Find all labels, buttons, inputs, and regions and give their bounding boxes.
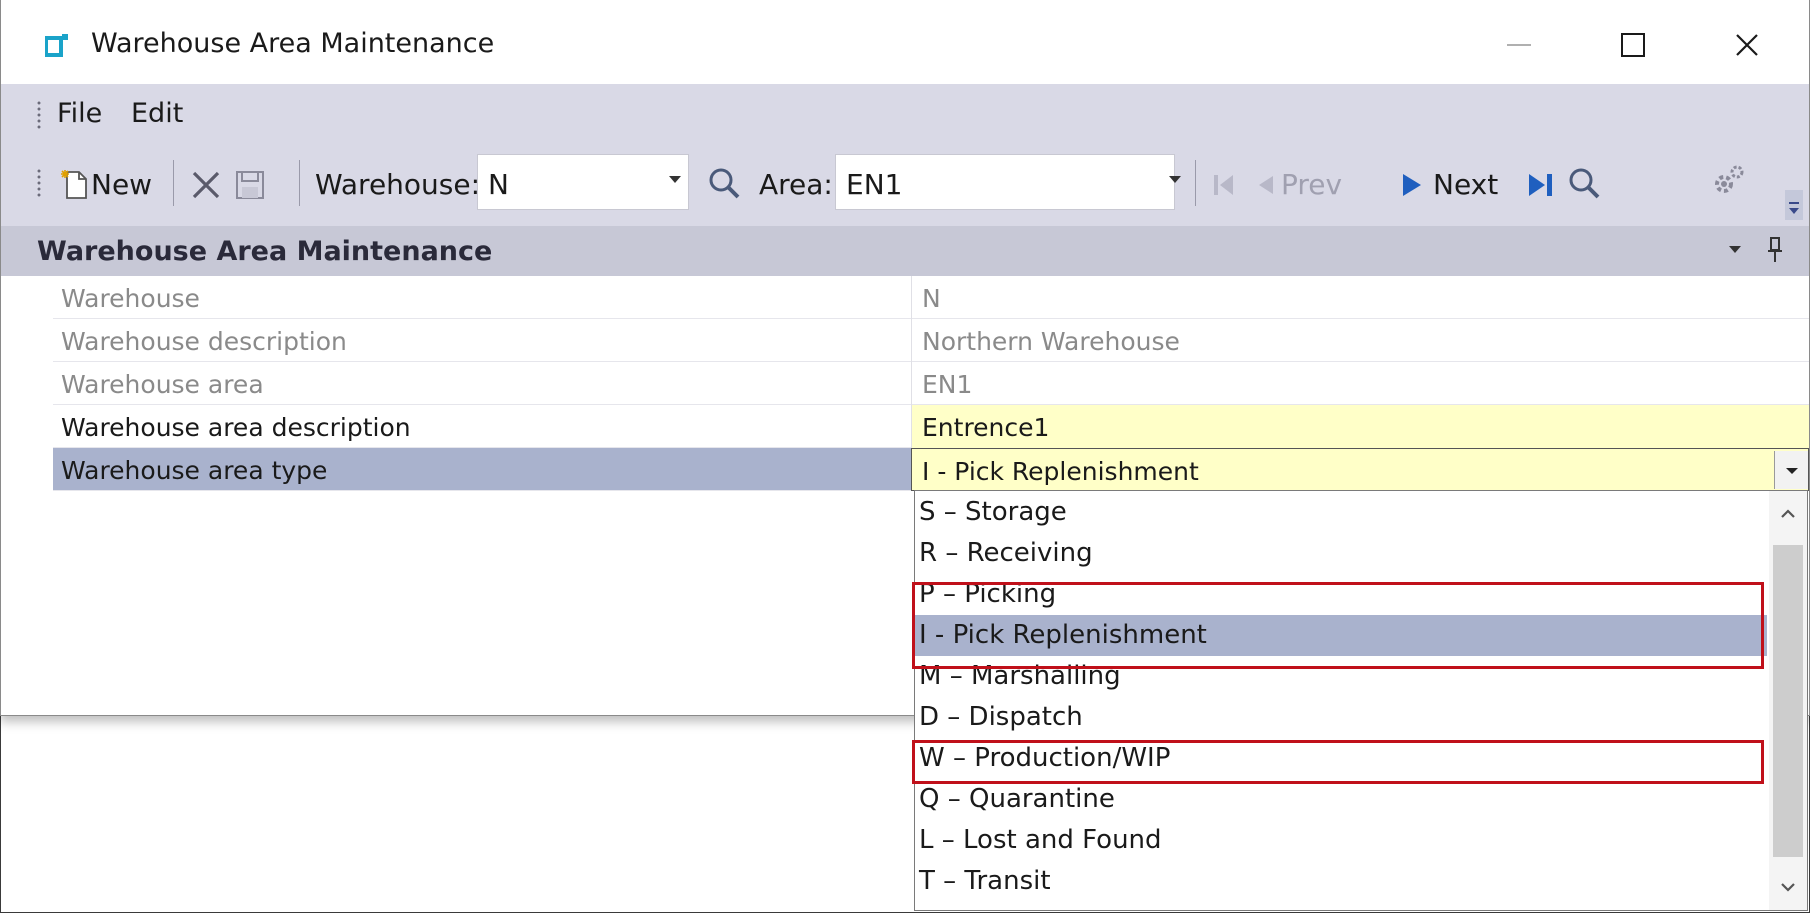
new-document-icon: [61, 170, 87, 199]
window-title: Warehouse Area Maintenance: [91, 28, 495, 59]
field-value: N: [922, 284, 941, 313]
list-item[interactable]: S – Storage: [915, 492, 1767, 533]
scroll-up-button[interactable]: [1769, 491, 1807, 535]
highlight-box-picking: [912, 582, 1764, 669]
close-icon: [1736, 34, 1758, 56]
field-value: Entrence1: [922, 413, 1050, 442]
toolbar-separator: [173, 160, 174, 206]
field-value: Northern Warehouse: [922, 327, 1180, 356]
warehouse-combo-value: N: [488, 168, 509, 201]
highlight-box-production: [912, 740, 1764, 784]
new-button[interactable]: New: [91, 168, 152, 201]
option-label: L – Lost and Found: [919, 825, 1162, 855]
maximize-button[interactable]: [1573, 14, 1693, 76]
list-item[interactable]: T – Transit: [915, 861, 1767, 902]
next-button[interactable]: Next: [1433, 168, 1498, 201]
chevron-up-icon: [1781, 509, 1795, 518]
area-type-select[interactable]: I - Pick Replenishment: [911, 448, 1809, 491]
minimize-button[interactable]: [1459, 14, 1579, 76]
field-label: Warehouse area description: [61, 413, 411, 442]
app-icon: [45, 34, 68, 57]
option-label: D – Dispatch: [919, 702, 1083, 732]
field-label: Warehouse area: [61, 370, 264, 399]
list-item[interactable]: Q – Quarantine: [915, 779, 1767, 820]
minimize-icon: [1507, 44, 1531, 46]
field-row-warehouse: Warehouse N: [53, 276, 1809, 319]
dropdown-button[interactable]: [1774, 451, 1808, 489]
menu-grip-icon[interactable]: [37, 100, 41, 130]
title-bar: Warehouse Area Maintenance: [1, 0, 1809, 84]
search-icon[interactable]: [707, 166, 741, 200]
field-row-warehouse-area: Warehouse area EN1: [53, 362, 1809, 405]
toolbar-separator: [1195, 160, 1196, 206]
list-item[interactable]: L – Lost and Found: [915, 820, 1767, 861]
area-description-input[interactable]: Entrence1: [911, 405, 1809, 448]
warehouse-combo[interactable]: N: [477, 154, 689, 210]
area-combo-value: EN1: [846, 168, 903, 201]
chevron-down-icon[interactable]: [1169, 176, 1181, 183]
field-label: Warehouse area type: [61, 456, 328, 485]
pin-icon[interactable]: [1767, 236, 1783, 264]
option-label: S – Storage: [919, 497, 1067, 527]
next-record-icon: [1403, 174, 1421, 196]
field-label: Warehouse: [61, 284, 200, 313]
menu-file[interactable]: File: [57, 98, 102, 129]
field-value: I - Pick Replenishment: [922, 457, 1199, 486]
option-label: R – Receiving: [919, 538, 1093, 568]
warehouse-label: Warehouse:: [315, 168, 481, 201]
maximize-icon: [1621, 33, 1645, 57]
toolbar: New Warehouse: N Area: EN1 Prev Next: [1, 142, 1809, 226]
list-item[interactable]: D – Dispatch: [915, 697, 1767, 738]
chevron-down-icon[interactable]: [1729, 246, 1741, 253]
chevron-down-icon[interactable]: [669, 176, 681, 183]
panel-header: Warehouse Area Maintenance: [1, 226, 1809, 276]
gear-icon[interactable]: [1711, 162, 1747, 198]
list-item[interactable]: R – Receiving: [915, 533, 1767, 574]
option-label: T – Transit: [919, 866, 1051, 896]
last-record-icon[interactable]: [1527, 172, 1555, 198]
save-icon[interactable]: [235, 170, 265, 200]
menu-edit[interactable]: Edit: [131, 98, 183, 129]
dropdown-scrollbar[interactable]: [1769, 491, 1807, 910]
search-icon[interactable]: [1567, 166, 1601, 200]
area-type-dropdown-list[interactable]: S – Storage R – Receiving P – Picking I …: [914, 490, 1808, 911]
scroll-thumb[interactable]: [1773, 545, 1803, 857]
toolbar-separator: [299, 160, 300, 206]
field-label: Warehouse description: [61, 327, 347, 356]
chevron-down-icon: [1781, 883, 1795, 892]
menu-bar: File Edit: [1, 84, 1809, 142]
panel-title: Warehouse Area Maintenance: [37, 236, 493, 267]
close-button[interactable]: [1687, 14, 1807, 76]
scroll-down-button[interactable]: [1769, 866, 1807, 910]
toolbar-grip-icon[interactable]: [37, 168, 41, 198]
area-label: Area:: [759, 168, 833, 201]
overflow-chevron-icon[interactable]: [1785, 190, 1803, 220]
area-combo[interactable]: EN1: [835, 154, 1175, 210]
prev-record-icon: [1259, 176, 1273, 194]
option-label: Q – Quarantine: [919, 784, 1115, 814]
delete-icon[interactable]: [191, 170, 221, 200]
field-row-area-description[interactable]: Warehouse area description Entrence1: [53, 405, 1809, 448]
field-row-warehouse-description: Warehouse description Northern Warehouse: [53, 319, 1809, 362]
field-row-area-type[interactable]: Warehouse area type I - Pick Replenishme…: [53, 448, 1809, 491]
prev-button[interactable]: Prev: [1281, 168, 1342, 201]
field-value: EN1: [922, 370, 973, 399]
first-record-icon[interactable]: [1211, 172, 1237, 198]
